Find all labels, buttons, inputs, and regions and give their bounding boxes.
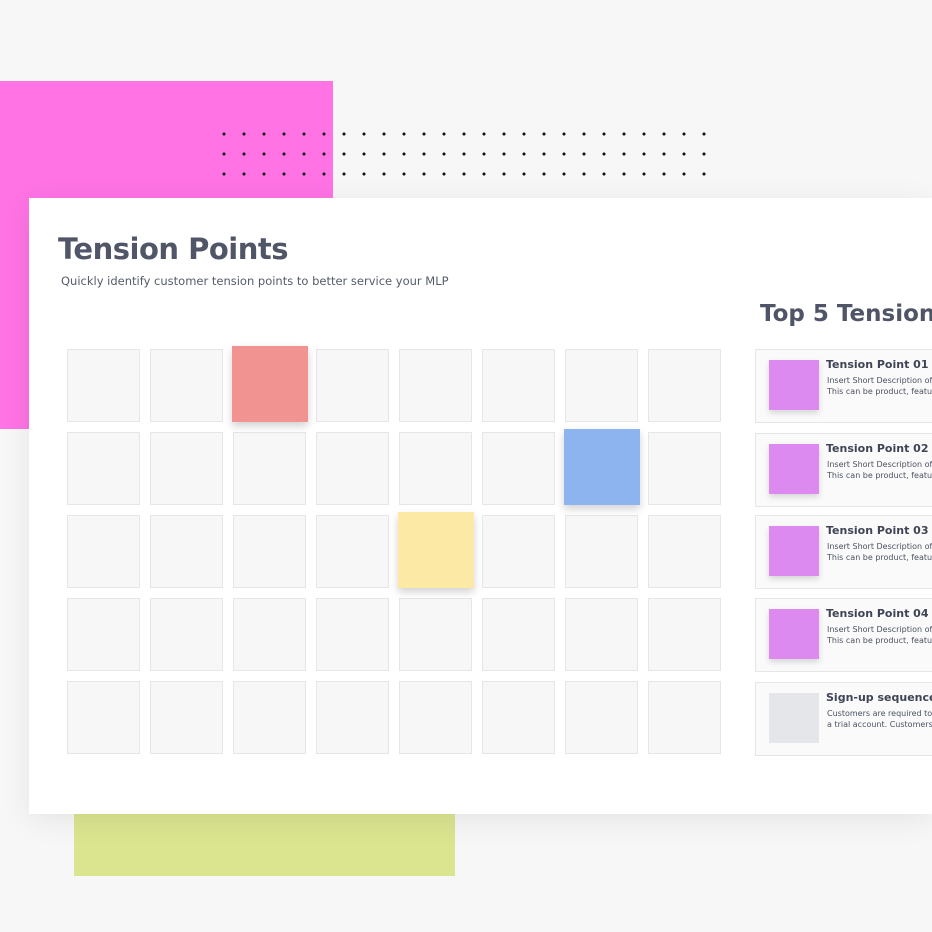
tension-point-name: Tension Point 04 bbox=[826, 607, 929, 620]
description-line: Customers are required to g bbox=[827, 709, 932, 718]
tension-point-description: Insert Short Description of This can be … bbox=[827, 375, 932, 397]
tension-point-description: Insert Short Description of This can be … bbox=[827, 541, 932, 563]
tension-point-card[interactable]: Tension Point 01 Insert Short Descriptio… bbox=[755, 349, 932, 423]
tension-point-name: Tension Point 02 bbox=[826, 442, 929, 455]
tension-point-card[interactable]: Tension Point 02 Insert Short Descriptio… bbox=[755, 433, 932, 507]
grid-cell[interactable] bbox=[316, 515, 389, 588]
grid-cell[interactable] bbox=[482, 681, 555, 754]
grid-cell[interactable] bbox=[316, 598, 389, 671]
grid-cell[interactable] bbox=[482, 432, 555, 505]
grid-cell[interactable] bbox=[150, 515, 223, 588]
description-line: This can be product, featur bbox=[827, 636, 932, 645]
sticky-note[interactable] bbox=[398, 512, 474, 588]
tension-point-name: Tension Point 01 bbox=[826, 358, 929, 371]
tension-points-board: Tension Points Quickly identify customer… bbox=[29, 198, 932, 814]
grid-cell[interactable] bbox=[150, 349, 223, 422]
description-line: Insert Short Description of bbox=[827, 542, 932, 551]
tension-point-name: Tension Point 03 bbox=[826, 524, 929, 537]
description-line: This can be product, featur bbox=[827, 387, 932, 396]
grid-cell[interactable] bbox=[233, 681, 306, 754]
tension-point-name: Sign-up sequence f bbox=[826, 691, 932, 704]
sticky-note[interactable] bbox=[564, 429, 640, 505]
grid-cell[interactable] bbox=[648, 432, 721, 505]
description-line: This can be product, featur bbox=[827, 553, 932, 562]
tension-point-swatch bbox=[769, 693, 819, 743]
grid-cell[interactable] bbox=[482, 598, 555, 671]
grid-cell[interactable] bbox=[150, 432, 223, 505]
tension-point-swatch bbox=[769, 609, 819, 659]
board-title: Tension Points bbox=[58, 232, 289, 266]
grid-cell[interactable] bbox=[399, 432, 472, 505]
grid-cell[interactable] bbox=[399, 349, 472, 422]
grid-cell[interactable] bbox=[150, 681, 223, 754]
description-line: This can be product, featur bbox=[827, 471, 932, 480]
tension-point-card[interactable]: Sign-up sequence f Customers are require… bbox=[755, 682, 932, 756]
grid-cell[interactable] bbox=[565, 349, 638, 422]
grid-cell[interactable] bbox=[233, 598, 306, 671]
description-line: a trial account. Customers a bbox=[827, 720, 932, 729]
grid-cell[interactable] bbox=[67, 681, 140, 754]
board-subtitle: Quickly identify customer tension points… bbox=[61, 274, 449, 288]
grid-cell[interactable] bbox=[648, 681, 721, 754]
tension-point-description: Insert Short Description of This can be … bbox=[827, 459, 932, 481]
tension-point-description: Insert Short Description of This can be … bbox=[827, 624, 932, 646]
grid-cell[interactable] bbox=[67, 598, 140, 671]
grid-cell[interactable] bbox=[150, 598, 223, 671]
grid-cell[interactable] bbox=[67, 515, 140, 588]
grid-cell[interactable] bbox=[399, 598, 472, 671]
top5-title: Top 5 Tension Points bbox=[760, 301, 932, 327]
grid-cell[interactable] bbox=[565, 515, 638, 588]
tension-point-swatch bbox=[769, 444, 819, 494]
grid-cell[interactable] bbox=[565, 598, 638, 671]
grid-cell[interactable] bbox=[316, 681, 389, 754]
tension-point-card[interactable]: Tension Point 04 Insert Short Descriptio… bbox=[755, 598, 932, 672]
decorative-dot-pattern bbox=[214, 124, 722, 188]
grid-cell[interactable] bbox=[233, 432, 306, 505]
grid-cell[interactable] bbox=[648, 515, 721, 588]
grid-cell[interactable] bbox=[316, 432, 389, 505]
grid-cell[interactable] bbox=[482, 515, 555, 588]
grid-cell[interactable] bbox=[233, 515, 306, 588]
tension-point-description: Customers are required to g a trial acco… bbox=[827, 708, 932, 730]
description-line: Insert Short Description of bbox=[827, 460, 932, 469]
description-line: Insert Short Description of bbox=[827, 376, 932, 385]
tension-point-swatch bbox=[769, 526, 819, 576]
tension-point-card[interactable]: Tension Point 03 Insert Short Descriptio… bbox=[755, 515, 932, 589]
sticky-note[interactable] bbox=[232, 346, 308, 422]
grid-cell[interactable] bbox=[399, 681, 472, 754]
description-line: Insert Short Description of bbox=[827, 625, 932, 634]
grid-cell[interactable] bbox=[67, 349, 140, 422]
grid-cell[interactable] bbox=[316, 349, 389, 422]
grid-cell[interactable] bbox=[565, 681, 638, 754]
grid-cell[interactable] bbox=[648, 598, 721, 671]
tension-point-swatch bbox=[769, 360, 819, 410]
grid-cell[interactable] bbox=[67, 432, 140, 505]
grid-cell[interactable] bbox=[648, 349, 721, 422]
grid-cell[interactable] bbox=[482, 349, 555, 422]
